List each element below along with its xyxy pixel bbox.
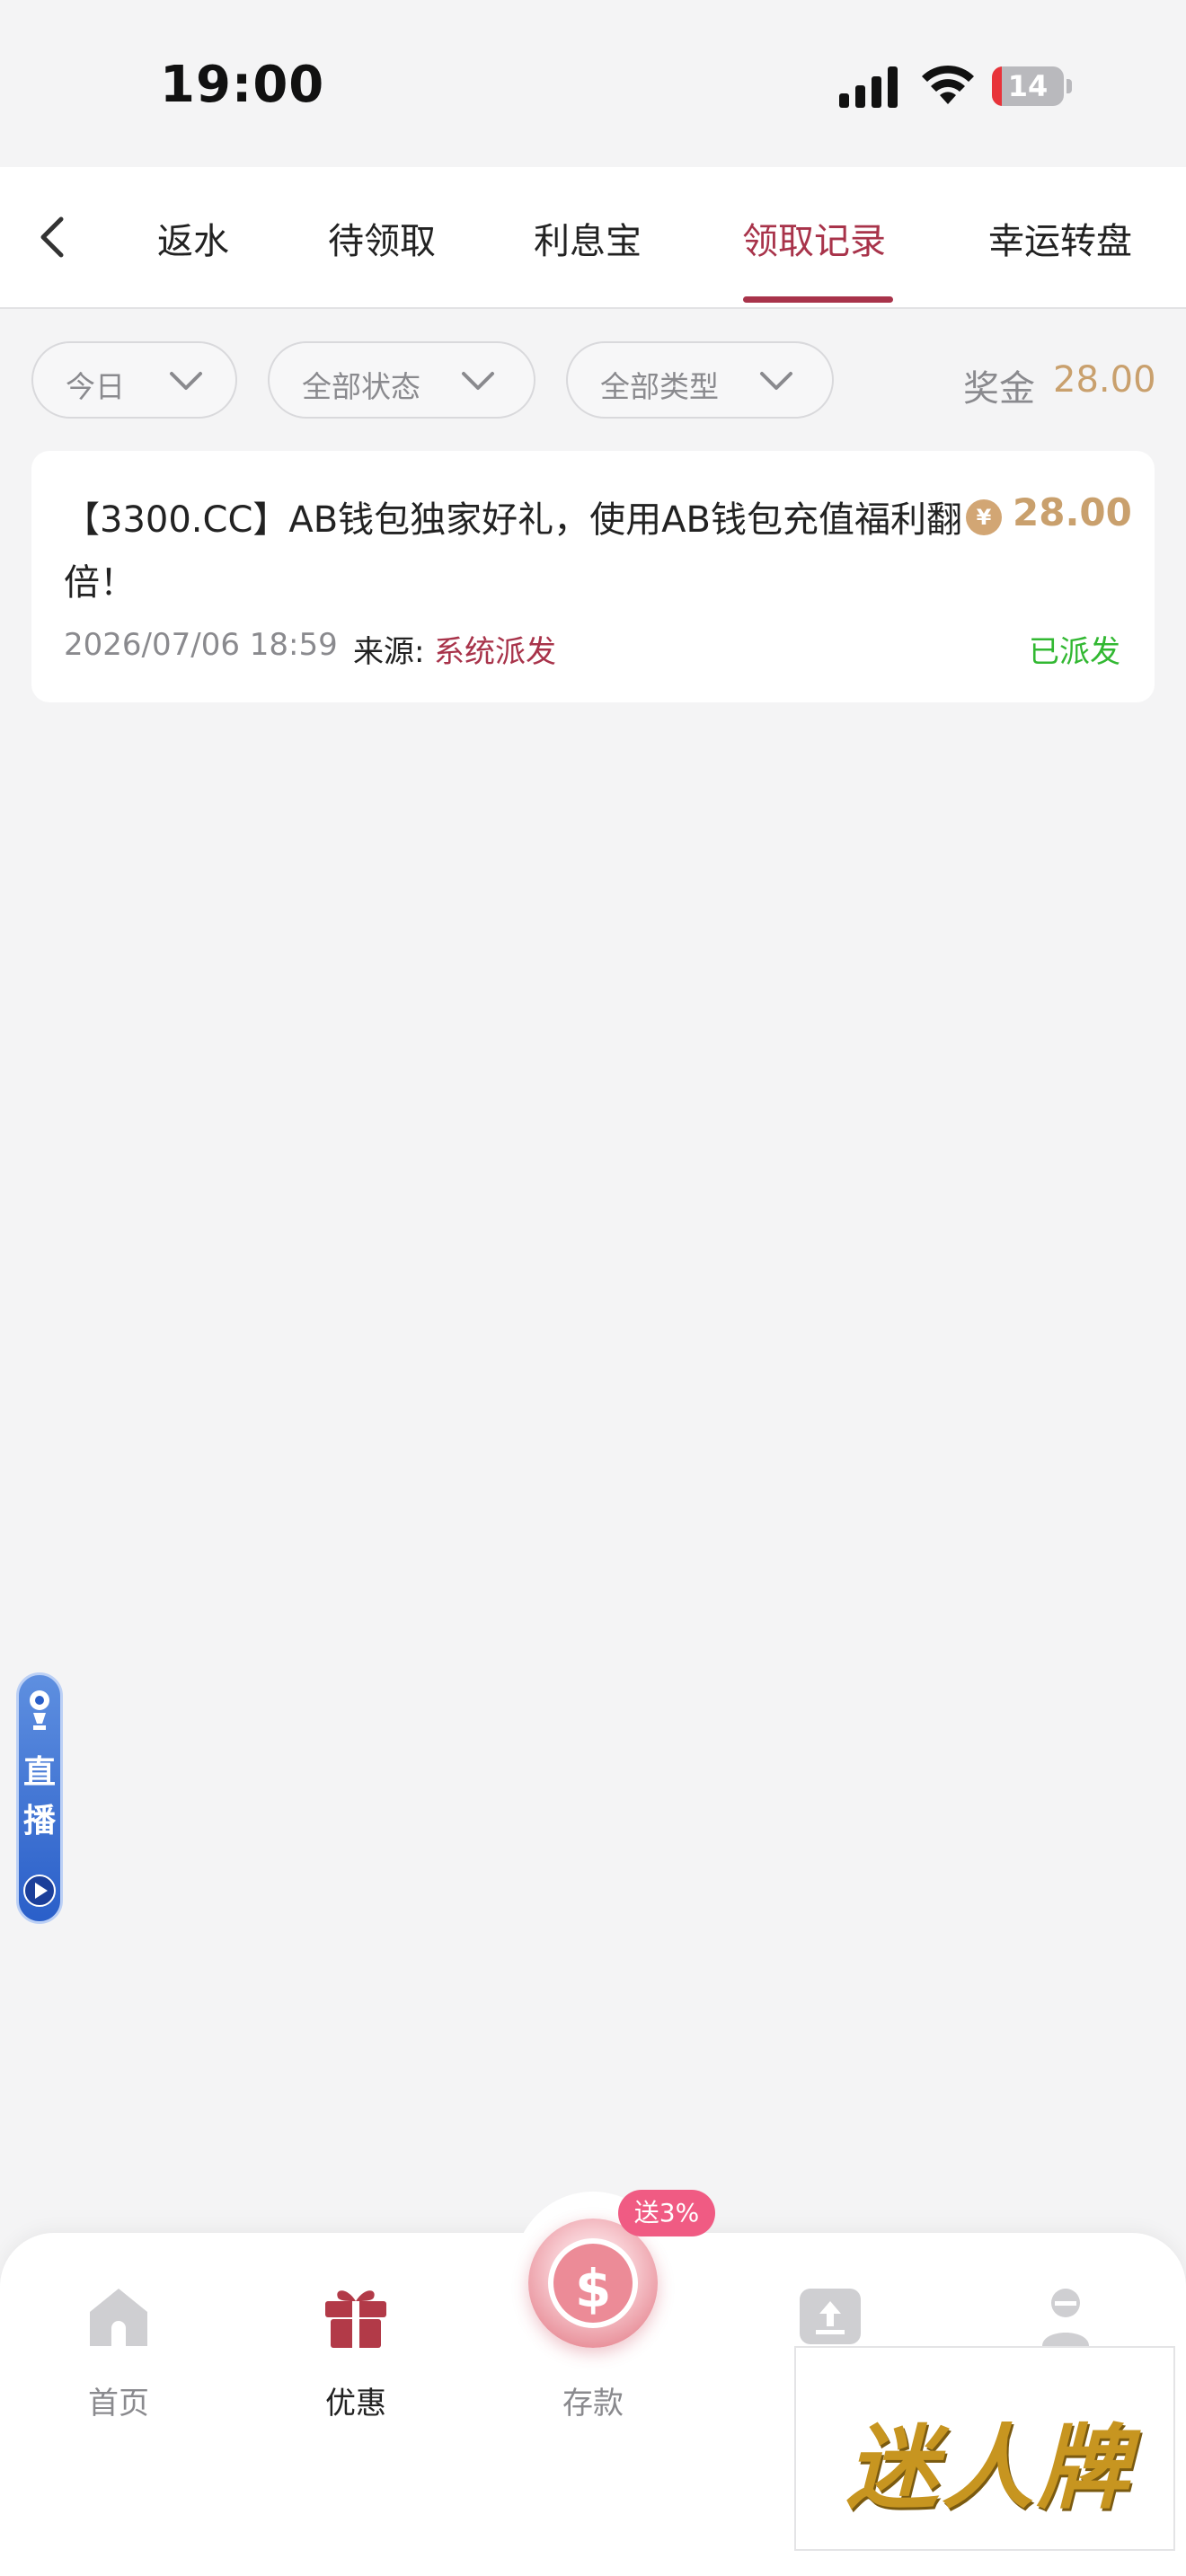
profile-icon [1042,2289,1089,2346]
record-amount: 28.00 [1013,490,1132,534]
coin-icon: ¥ [966,499,1002,535]
home-icon [90,2289,147,2346]
type-filter-label: 全部类型 [600,369,719,404]
claim-record-card[interactable]: 【3300.CC】AB钱包独家好礼，使用AB钱包充值福利翻倍！ ¥ 28.00 … [31,451,1155,702]
record-source-label: 来源: [353,634,425,670]
bonus-total-label: 奖金 [963,368,1035,410]
chevron-down-icon [170,372,202,390]
battery-icon: 14 [992,66,1072,106]
battery-percent: 14 [1007,69,1049,103]
tab-bar: 返水 待领取 利息宝 领取记录 幸运转盘 [0,167,1186,309]
nav-home-label: 首页 [88,2386,149,2422]
nav-promo-label: 优惠 [325,2386,386,2422]
chevron-down-icon [760,372,792,390]
date-filter-label: 今日 [66,369,125,404]
dollar-plus-icon: $ [548,2238,638,2328]
active-tab-indicator [743,296,893,303]
type-filter[interactable]: 全部类型 [566,341,834,419]
live-stream-float-button[interactable]: 直播 [16,1672,63,1924]
live-play-icon [23,1875,56,1907]
record-title: 【3300.CC】AB钱包独家好礼，使用AB钱包充值福利翻倍！ [64,499,962,604]
chevron-down-icon [462,372,494,390]
trophy-icon [30,1690,49,1730]
cellular-signal-icon [839,66,898,108]
status-filter[interactable]: 全部状态 [268,341,535,419]
bonus-total-value: 28.00 [1053,359,1156,401]
tab-rebate[interactable]: 返水 [157,212,229,264]
live-label: 直播 [22,1754,56,1839]
deposit-button[interactable]: $ [528,2219,658,2348]
watermark-logo-text: 迷人牌 [846,2415,1132,2522]
date-filter[interactable]: 今日 [31,341,237,419]
tab-lucky-wheel[interactable]: 幸运转盘 [988,212,1132,264]
status-bar: 19:00 14 [0,0,1186,167]
tab-pending[interactable]: 待领取 [328,212,436,264]
record-datetime: 2026/07/06 18:59 [64,627,338,663]
nav-promo[interactable]: 优惠 [266,2233,446,2502]
watermark-logo: 迷人牌 [794,2346,1175,2551]
nav-home[interactable]: 首页 [29,2233,208,2502]
record-status: 已派发 [1029,634,1120,670]
gift-icon [325,2290,386,2348]
tab-claim-records[interactable]: 领取记录 [742,212,886,264]
deposit-bonus-badge: 送3% [618,2190,715,2236]
status-time: 19:00 [160,56,325,114]
status-filter-label: 全部状态 [302,369,420,404]
nav-deposit-label: 存款 [562,2386,624,2422]
back-chevron-icon[interactable] [27,207,81,268]
record-source-value: 系统派发 [434,634,556,670]
wifi-icon [922,65,974,104]
upload-icon [800,2289,861,2344]
tab-interest[interactable]: 利息宝 [534,212,642,264]
